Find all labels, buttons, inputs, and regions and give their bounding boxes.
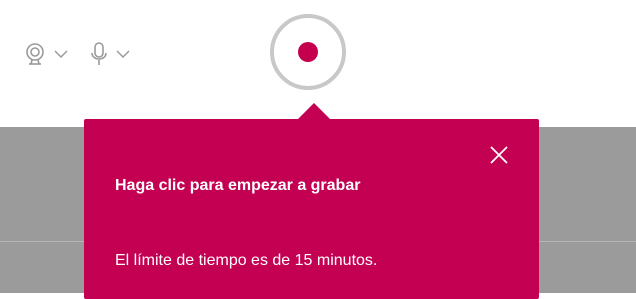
tooltip-arrow xyxy=(298,103,330,119)
recording-tip-popup: Haga clic para empezar a grabar El límit… xyxy=(84,103,539,299)
webcam-icon xyxy=(24,42,46,66)
microphone-icon xyxy=(90,41,108,67)
close-icon xyxy=(490,145,508,169)
record-button[interactable] xyxy=(270,14,346,90)
microphone-selector-button[interactable] xyxy=(90,40,130,68)
record-icon xyxy=(298,42,318,62)
chevron-down-icon xyxy=(116,49,130,59)
tooltip-title: Haga clic para empezar a grabar xyxy=(115,177,361,194)
tooltip-body: El límite de tiempo es de 15 minutos. xyxy=(115,252,378,269)
camera-selector-button[interactable] xyxy=(24,40,68,68)
close-button[interactable] xyxy=(487,145,511,169)
chevron-down-icon xyxy=(54,49,68,59)
